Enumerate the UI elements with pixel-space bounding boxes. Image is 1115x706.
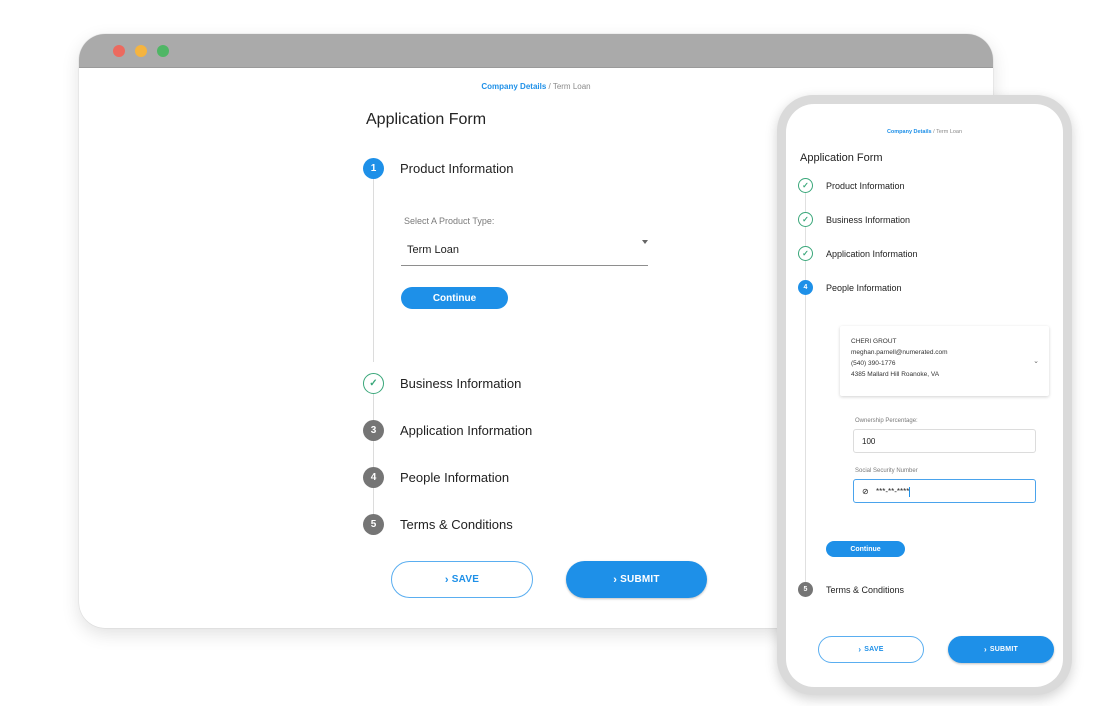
step-application-information[interactable]: 3 Application Information <box>363 420 532 441</box>
submit-button[interactable]: › SUBMIT <box>566 561 707 598</box>
checkmark-icon: ✓ <box>798 178 813 193</box>
stepper-connector <box>805 295 806 582</box>
step-terms-conditions[interactable]: 5 Terms & Conditions <box>798 582 904 597</box>
person-email: meghan.parnell@numerated.com <box>851 349 948 356</box>
ownership-percentage-value: 100 <box>862 437 876 446</box>
step-business-information[interactable]: ✓ Business Information <box>798 212 910 227</box>
step-application-information[interactable]: ✓ Application Information <box>798 246 918 261</box>
person-address: 4385 Mallard Hill Roanoke, VA <box>851 371 940 378</box>
chevron-right-icon: › <box>444 573 449 586</box>
checkmark-icon: ✓ <box>363 373 384 394</box>
stepper-connector <box>373 394 374 420</box>
mobile-page-title: Application Form <box>800 152 883 164</box>
mobile-device-frame: Company Details / Term Loan Application … <box>777 95 1072 695</box>
save-button[interactable]: › SAVE <box>391 561 533 598</box>
step-product-information[interactable]: ✓ Product Information <box>798 178 905 193</box>
breadcrumb: Company Details / Term Loan <box>79 82 993 91</box>
step-number-badge: 4 <box>363 467 384 488</box>
save-button-label: SAVE <box>864 646 884 653</box>
step-number-badge: 5 <box>363 514 384 535</box>
browser-title-bar <box>79 34 993 68</box>
person-name: CHERI GROUT <box>851 338 897 345</box>
eye-off-icon[interactable]: ⊘ <box>862 487 872 496</box>
chevron-right-icon: › <box>984 645 987 654</box>
step-number-badge: 3 <box>363 420 384 441</box>
step-label: Application Information <box>826 248 918 259</box>
continue-button[interactable]: Continue <box>401 287 508 309</box>
step-label: Business Information <box>400 376 522 391</box>
step-terms-conditions[interactable]: 5 Terms & Conditions <box>363 514 513 535</box>
step-label: People Information <box>826 282 902 293</box>
checkmark-icon: ✓ <box>798 246 813 261</box>
step-business-information[interactable]: ✓ Business Information <box>363 373 521 394</box>
stepper-connector <box>373 441 374 467</box>
product-type-value: Term Loan <box>407 244 459 256</box>
save-button[interactable]: › SAVE <box>818 636 924 663</box>
stepper-connector <box>373 488 374 514</box>
mobile-breadcrumb: Company Details / Term Loan <box>786 129 1063 135</box>
chevron-right-icon: › <box>613 573 618 586</box>
product-type-select[interactable]: Term Loan <box>401 237 648 266</box>
step-label: Product Information <box>400 161 514 176</box>
step-number-badge: 4 <box>798 280 813 295</box>
minimize-window-button[interactable] <box>135 45 147 57</box>
continue-button[interactable]: Continue <box>826 541 905 557</box>
maximize-window-button[interactable] <box>157 45 169 57</box>
breadcrumb-company-details-link[interactable]: Company Details <box>887 129 932 135</box>
ownership-percentage-label: Ownership Percentage: <box>855 418 918 424</box>
step-number-badge: 5 <box>798 582 813 597</box>
dropdown-arrow-icon <box>642 240 648 244</box>
save-button-label: SAVE <box>451 574 480 585</box>
submit-button-label: SUBMIT <box>989 646 1018 653</box>
step-label: Terms & Conditions <box>826 584 905 595</box>
breadcrumb-current: Term Loan <box>936 129 963 135</box>
close-window-button[interactable] <box>113 45 125 57</box>
step-label: Product Information <box>826 180 905 191</box>
page-title: Application Form <box>366 111 487 128</box>
checkmark-icon: ✓ <box>798 212 813 227</box>
person-phone: (540) 390-1776 <box>851 360 896 367</box>
step-label: People Information <box>400 470 510 485</box>
chevron-down-icon[interactable]: ⌄ <box>1033 356 1039 367</box>
mobile-screen: Company Details / Term Loan Application … <box>786 104 1063 687</box>
step-number-badge: 1 <box>363 158 384 179</box>
ownership-percentage-input[interactable]: 100 <box>853 429 1036 453</box>
breadcrumb-company-details-link[interactable]: Company Details <box>481 82 546 91</box>
product-type-label: Select A Product Type: <box>404 216 495 226</box>
step-label: Business Information <box>826 214 911 225</box>
ssn-label: Social Security Number <box>855 468 918 474</box>
ssn-value: ***-**-**** <box>876 487 910 497</box>
step-product-information[interactable]: 1 Product Information <box>363 158 513 179</box>
step-people-information[interactable]: 4 People Information <box>363 467 509 488</box>
submit-button[interactable]: › SUBMIT <box>948 636 1054 663</box>
stepper-connector <box>805 261 806 280</box>
stepper-connector <box>805 193 806 212</box>
ssn-input[interactable]: ⊘ ***-**-**** <box>853 479 1036 503</box>
chevron-right-icon: › <box>858 645 862 654</box>
step-label: Terms & Conditions <box>400 517 513 532</box>
step-label: Application Information <box>400 423 533 438</box>
submit-button-label: SUBMIT <box>620 574 660 585</box>
breadcrumb-current: Term Loan <box>552 82 591 91</box>
stepper-connector <box>373 179 374 362</box>
text-cursor <box>909 487 911 497</box>
stepper-connector <box>805 227 806 246</box>
person-card[interactable]: CHERI GROUT meghan.parnell@numerated.com… <box>840 326 1049 396</box>
step-people-information[interactable]: 4 People Information <box>798 280 902 295</box>
